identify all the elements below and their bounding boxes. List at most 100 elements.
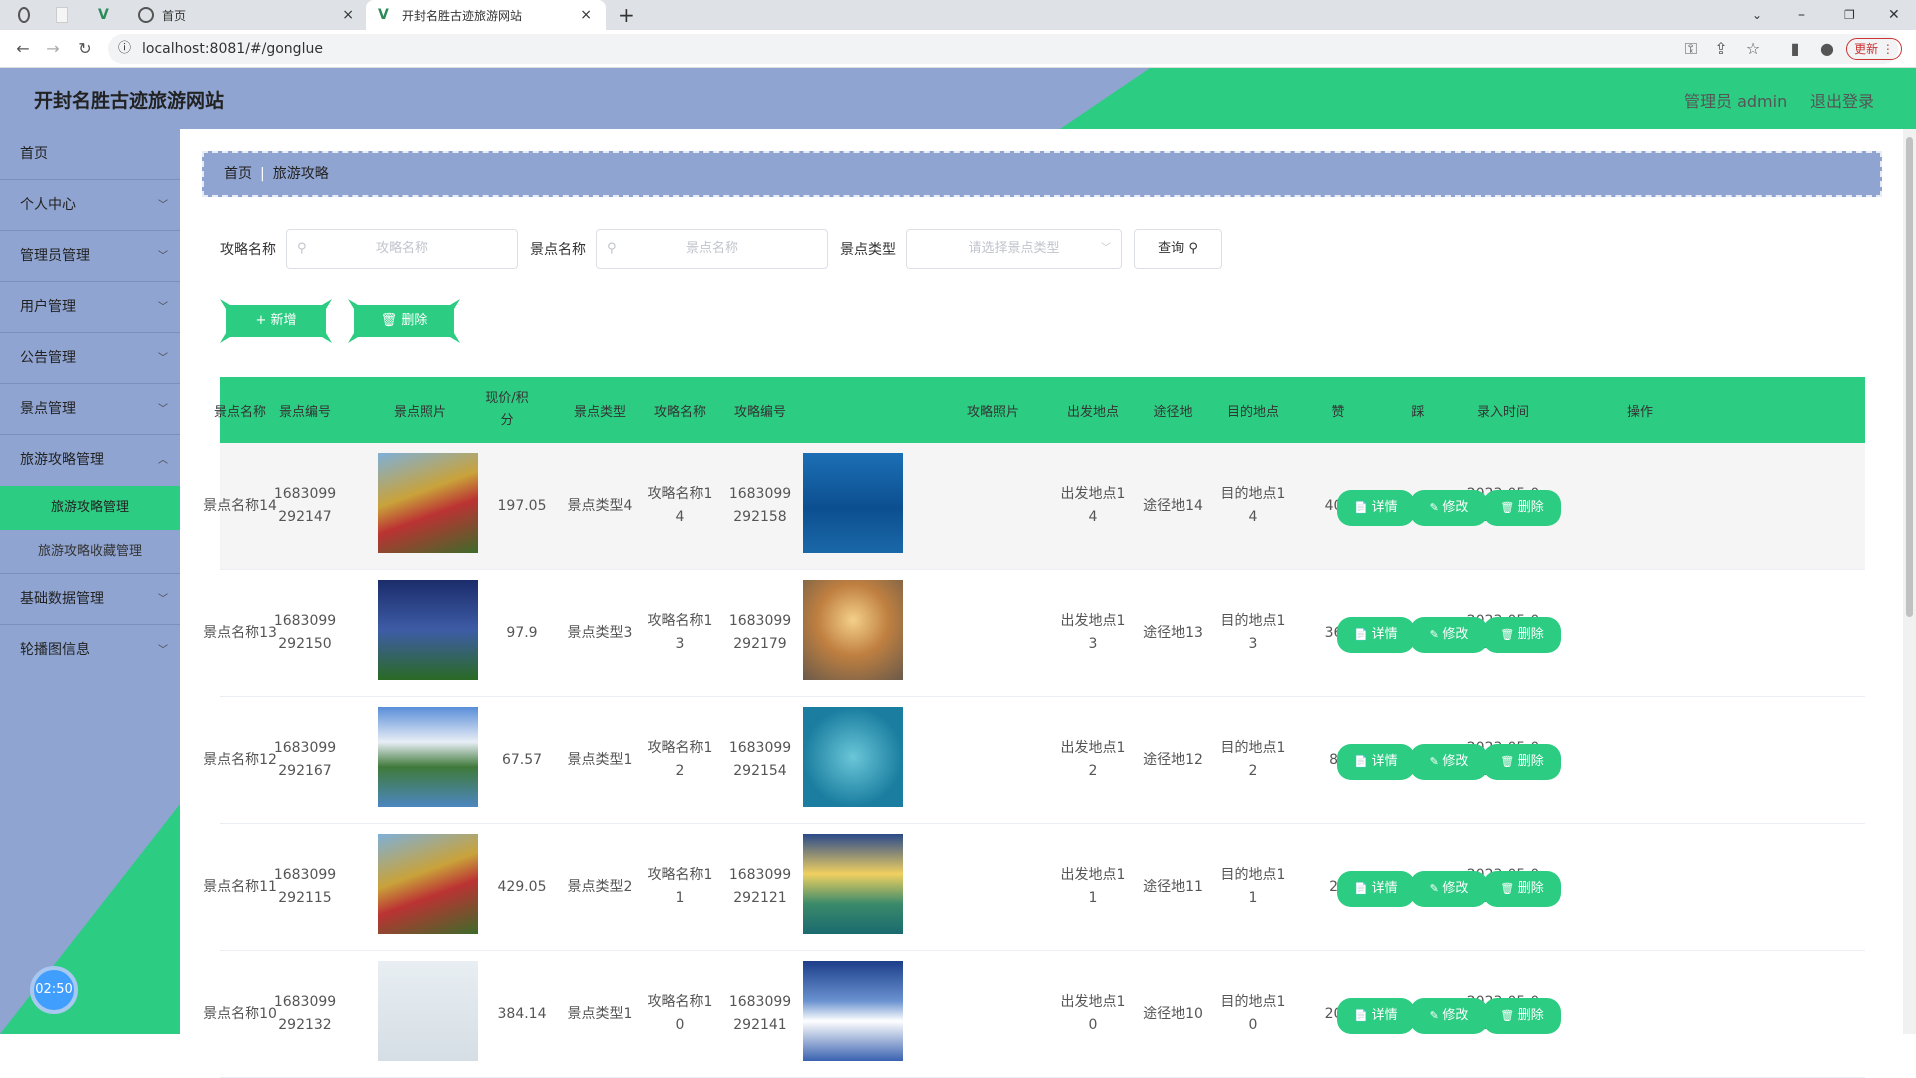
sidebar-item-label: 景点管理 bbox=[20, 401, 76, 417]
reload-icon[interactable]: ↻ bbox=[74, 38, 96, 60]
edit-button[interactable]: ✎ 修改 bbox=[1410, 744, 1488, 780]
detail-button[interactable]: 📄 详情 bbox=[1337, 998, 1415, 1034]
cell-to: 目的地点14 bbox=[1220, 486, 1286, 525]
detail-button[interactable]: 📄 详情 bbox=[1337, 744, 1415, 780]
cell-from: 出发地点10 bbox=[1060, 994, 1126, 1033]
guide-photo[interactable] bbox=[803, 707, 903, 807]
browser-tab-strip: V 首页 × V 开封名胜古迹旅游网站 × + ⌄ – ❐ ✕ bbox=[0, 0, 1916, 30]
sidebar-item-carousel[interactable]: 轮播图信息 ﹀ bbox=[0, 625, 180, 676]
tab-close-icon[interactable]: × bbox=[342, 7, 354, 23]
profile-icon[interactable]: ● bbox=[1816, 38, 1838, 60]
sidebar-item-basic-data[interactable]: 基础数据管理 ﹀ bbox=[0, 574, 180, 625]
sidebar-subitem-guides[interactable]: 旅游攻略管理 bbox=[0, 486, 180, 530]
share-icon[interactable]: ⇪ bbox=[1710, 38, 1732, 60]
cell-via: 途径地10 bbox=[1143, 1005, 1203, 1022]
edit-button[interactable]: ✎ 修改 bbox=[1410, 490, 1488, 526]
restore-icon[interactable]: ❐ bbox=[1844, 0, 1855, 30]
tab-close-icon[interactable]: × bbox=[580, 7, 592, 23]
query-label: 查询 bbox=[1158, 241, 1185, 256]
sidebar-item-spots[interactable]: 景点管理 ﹀ bbox=[0, 384, 180, 435]
tab-search-icon[interactable]: ⌄ bbox=[1752, 0, 1762, 30]
detail-button[interactable]: 📄 详情 bbox=[1337, 490, 1415, 526]
sidebar-item-admins[interactable]: 管理员管理 ﹀ bbox=[0, 231, 180, 282]
key-icon[interactable]: ⚿ bbox=[1680, 38, 1702, 60]
edit-button[interactable]: ✎ 修改 bbox=[1410, 617, 1488, 653]
guide-photo[interactable] bbox=[803, 453, 903, 553]
sidebar-item-guides[interactable]: 旅游攻略管理 ︿ bbox=[0, 435, 180, 486]
logout-button[interactable]: 退出登录 bbox=[1810, 88, 1874, 112]
forward-icon[interactable]: → bbox=[42, 38, 64, 60]
spot-photo[interactable] bbox=[378, 834, 478, 934]
vue-icon: V bbox=[378, 7, 389, 23]
cell-from: 出发地点11 bbox=[1060, 867, 1126, 906]
spot-photo[interactable] bbox=[378, 453, 478, 553]
edit-button[interactable]: ✎ 修改 bbox=[1410, 998, 1488, 1034]
bookmark-star-icon[interactable]: ☆ bbox=[1742, 38, 1764, 60]
minimize-icon[interactable]: – bbox=[1798, 0, 1805, 30]
sidebar-item-home[interactable]: 首页 bbox=[0, 129, 180, 180]
breadcrumb: 首页 | 旅游攻略 bbox=[202, 151, 1882, 197]
guide-photo[interactable] bbox=[803, 834, 903, 934]
delete-button[interactable]: 🗑 删除 bbox=[1483, 490, 1561, 526]
sidebar-subitem-guide-favorites[interactable]: 旅游攻略收藏管理 bbox=[0, 530, 180, 574]
cell-name: 攻略名称12 bbox=[647, 740, 713, 779]
breadcrumb-separator: | bbox=[260, 166, 265, 182]
sidebar-item-users[interactable]: 用户管理 ﹀ bbox=[0, 282, 180, 333]
cell-no: 1683099292141 bbox=[728, 994, 792, 1033]
browser-tab-home[interactable]: 首页 × bbox=[138, 0, 358, 30]
spot-name-input[interactable]: ⚲ 景点名称 bbox=[596, 229, 828, 269]
table-row: 景点名称11 1683099292115 429.05 景点类型2 攻略名称11 1683… bbox=[203, 824, 1865, 951]
col-header: 出发地点 bbox=[1066, 404, 1119, 420]
browser-tab-2[interactable] bbox=[56, 0, 76, 30]
cell-spot-no: 1683099292147 bbox=[273, 486, 337, 525]
page-scrollbar[interactable] bbox=[1903, 129, 1916, 1034]
guide-name-input[interactable]: ⚲ 攻略名称 bbox=[286, 229, 518, 269]
browser-tab-1[interactable] bbox=[18, 0, 38, 30]
detail-button[interactable]: 📄 详情 bbox=[1337, 871, 1415, 907]
close-window-icon[interactable]: ✕ bbox=[1888, 0, 1900, 30]
edit-button[interactable]: ✎ 修改 bbox=[1410, 871, 1488, 907]
site-title: 开封名胜古迹旅游网站 bbox=[34, 90, 225, 112]
chevron-down-icon: ﹀ bbox=[158, 200, 168, 211]
globe-icon bbox=[138, 7, 154, 23]
browser-tab-active[interactable]: V 开封名胜古迹旅游网站 × bbox=[366, 0, 606, 30]
breadcrumb-home[interactable]: 首页 bbox=[224, 166, 252, 182]
delete-button[interactable]: 🗑 删除 bbox=[1483, 744, 1561, 780]
batch-delete-button[interactable]: 🗑 删除 bbox=[348, 299, 460, 343]
info-icon[interactable]: ⓘ bbox=[118, 34, 131, 64]
update-button[interactable]: 更新 ⋮ bbox=[1846, 38, 1902, 60]
current-user: 管理员 admin bbox=[1684, 92, 1788, 111]
sidebar-item-label: 管理员管理 bbox=[20, 248, 90, 264]
sidebar-item-profile[interactable]: 个人中心 ﹀ bbox=[0, 180, 180, 231]
chevron-up-icon: ︿ bbox=[158, 455, 168, 466]
edit-icon: ✎ bbox=[1429, 628, 1443, 641]
sidebar-item-label: 基础数据管理 bbox=[20, 591, 104, 607]
spot-type-select[interactable]: 请选择景点类型 ﹀ bbox=[906, 229, 1122, 269]
spot-photo[interactable] bbox=[378, 707, 478, 807]
button-label: 修改 bbox=[1442, 1008, 1469, 1023]
delete-button[interactable]: 🗑 删除 bbox=[1483, 998, 1561, 1034]
spot-photo[interactable] bbox=[378, 580, 478, 680]
guide-photo[interactable] bbox=[803, 961, 903, 1061]
sidebar-item-label: 个人中心 bbox=[20, 197, 76, 213]
new-tab-button[interactable]: + bbox=[618, 0, 635, 30]
sidepanel-icon[interactable]: ▮ bbox=[1784, 38, 1806, 60]
add-button[interactable]: + 新增 bbox=[220, 299, 332, 343]
delete-button[interactable]: 🗑 删除 bbox=[1483, 617, 1561, 653]
scrollbar-thumb[interactable] bbox=[1906, 137, 1913, 617]
update-label: 更新 bbox=[1854, 42, 1879, 56]
guide-photo[interactable] bbox=[803, 580, 903, 680]
detail-button[interactable]: 📄 详情 bbox=[1337, 617, 1415, 653]
spot-photo[interactable] bbox=[378, 961, 478, 1061]
browser-tab-3[interactable]: V bbox=[98, 0, 118, 30]
clock-widget[interactable]: 02:50 bbox=[30, 966, 78, 1014]
cell-name: 攻略名称13 bbox=[647, 613, 713, 652]
search-icon: ⚲ bbox=[1188, 241, 1198, 256]
sidebar-item-notices[interactable]: 公告管理 ﹀ bbox=[0, 333, 180, 384]
delete-button[interactable]: 🗑 删除 bbox=[1483, 871, 1561, 907]
back-icon[interactable]: ← bbox=[12, 38, 34, 60]
query-button[interactable]: 查询 ⚲ bbox=[1134, 229, 1222, 269]
document-icon: 📄 bbox=[1354, 628, 1372, 641]
button-label: 详情 bbox=[1371, 754, 1398, 769]
url-input[interactable]: ⓘ localhost:8081/#/gonglue bbox=[108, 34, 1898, 64]
